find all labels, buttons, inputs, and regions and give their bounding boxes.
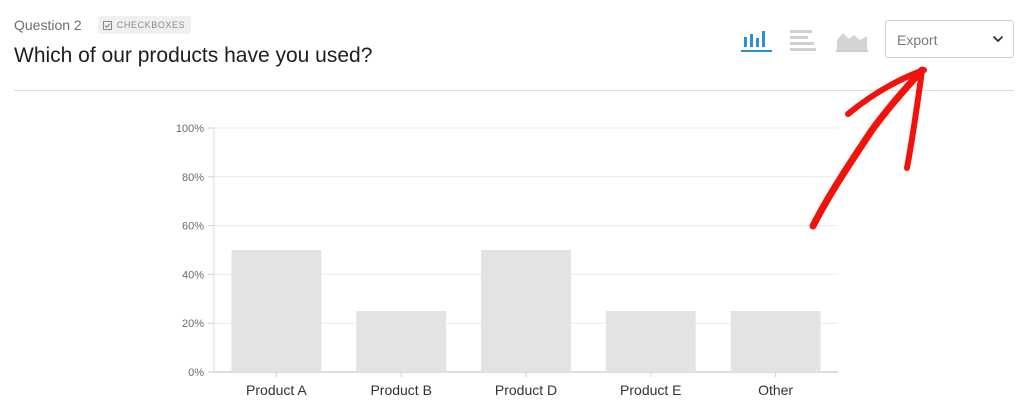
y-tick-label: 80%	[182, 172, 204, 184]
y-tick-label: 40%	[182, 269, 204, 281]
bar	[231, 250, 322, 372]
bar-chart: 0% 20% 40% 60% 80% 100% Product A Product B Prod…	[176, 123, 838, 398]
bar	[481, 250, 571, 372]
bar	[730, 311, 821, 372]
bar	[356, 311, 447, 372]
y-tick-label: 20%	[182, 318, 204, 330]
bar	[605, 311, 696, 372]
y-tick-label: 100%	[176, 123, 204, 135]
x-tick-label: Product B	[370, 382, 431, 398]
y-tick-label: 60%	[182, 221, 204, 233]
x-tick-label: Product D	[495, 382, 557, 398]
x-tick-label: Product E	[620, 382, 681, 398]
x-tick-label: Product A	[246, 382, 307, 398]
x-tick-label: Other	[758, 382, 793, 398]
y-tick-label: 0%	[188, 367, 204, 379]
